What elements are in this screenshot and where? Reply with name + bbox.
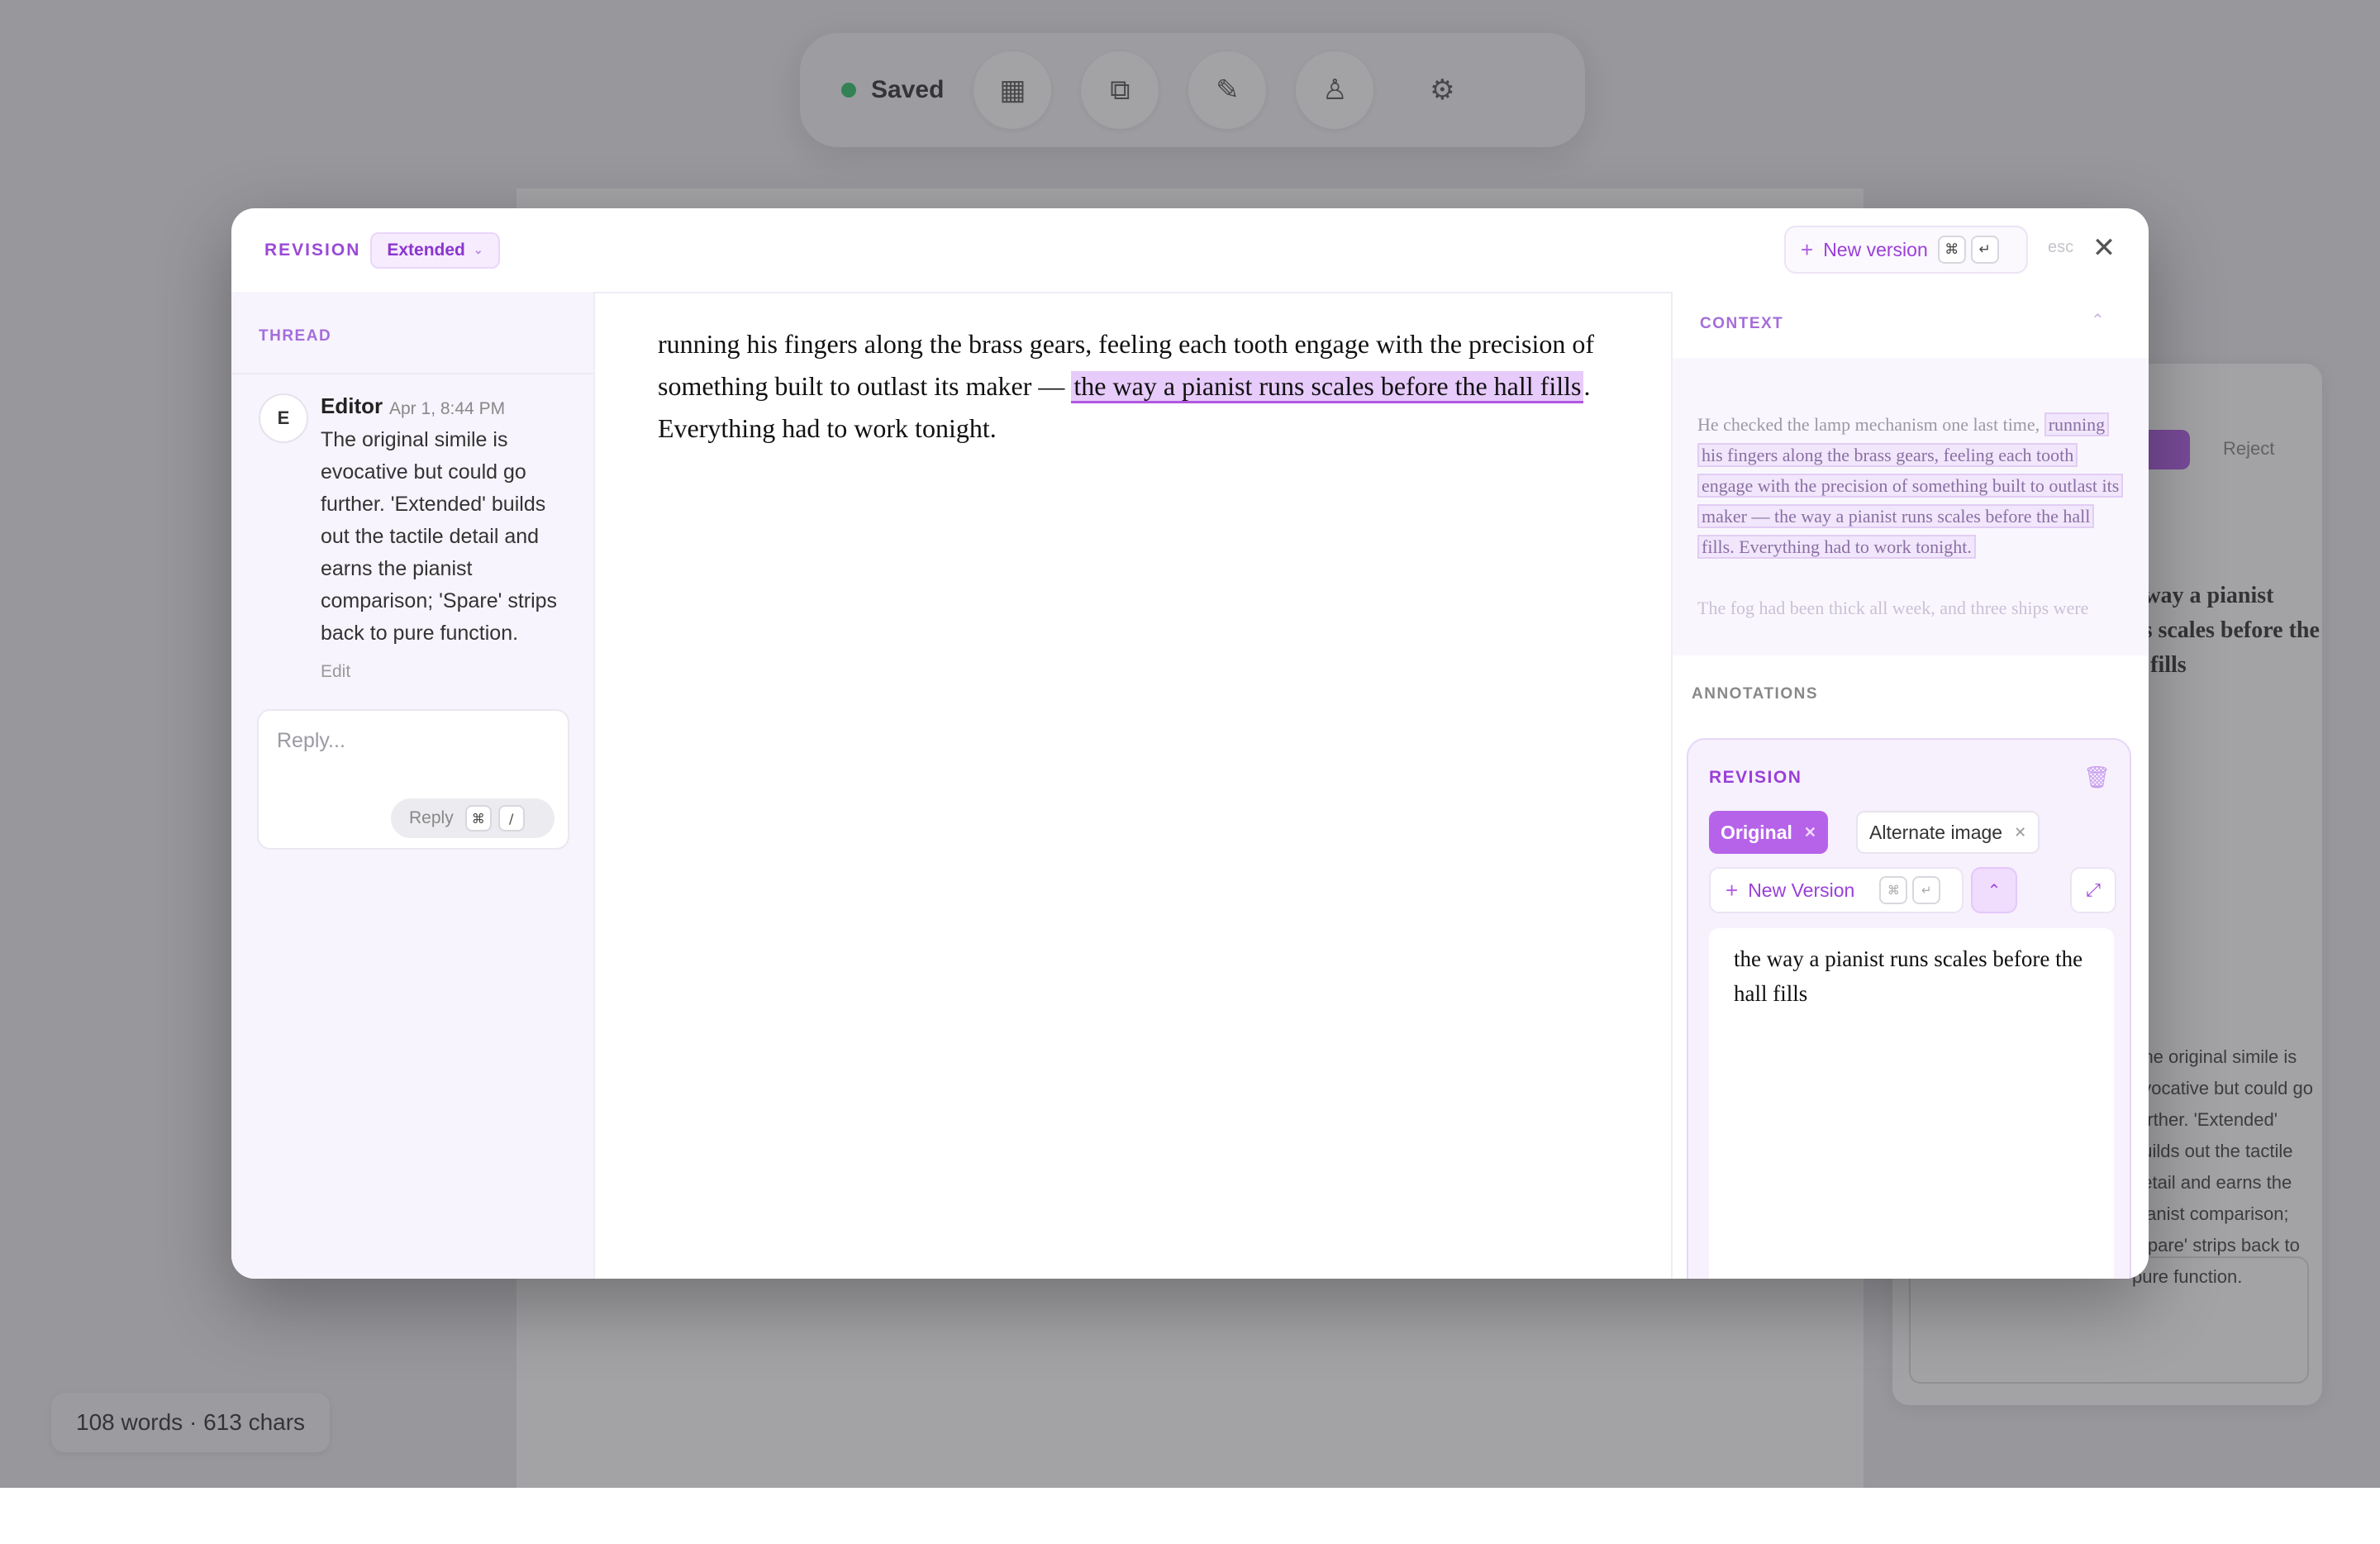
version-chip-original[interactable]: Original ✕ xyxy=(1709,811,1828,854)
chip-label: Original xyxy=(1721,821,1792,843)
reply-button[interactable]: Reply ⌘ / xyxy=(391,798,555,838)
shortcut-cmd-key: ⌘ xyxy=(464,805,492,832)
chip-label: Alternate image xyxy=(1869,821,2003,843)
reply-input[interactable]: Reply... Reply ⌘ / xyxy=(257,709,569,850)
shortcut-cmd-key: ⌘ xyxy=(1879,876,1908,904)
plus-icon: + xyxy=(1726,878,1739,903)
revision-modal: REVISION Extended ⌄ + New version ⌘ ↵ es… xyxy=(231,208,2149,1279)
comment-body: The original simile is evocative but cou… xyxy=(321,428,558,645)
thread-heading: THREAD xyxy=(259,327,332,345)
annotation-card: REVISION 🗑 Original ✕ Alternate image ✕ … xyxy=(1687,738,2131,1279)
reply-label: Reply xyxy=(409,808,454,827)
trash-icon[interactable]: 🗑 xyxy=(2083,765,2111,790)
close-icon[interactable]: ✕ xyxy=(2087,231,2121,264)
expand-icon[interactable]: ⤢ xyxy=(2070,867,2116,913)
shortcut-slash-key: / xyxy=(497,805,525,832)
close-icon[interactable]: ✕ xyxy=(2014,824,2026,841)
chevron-up-icon[interactable]: ⌃ xyxy=(2091,310,2105,331)
highlighted-passage[interactable]: the way a pianist runs scales before the… xyxy=(1071,371,1584,403)
shortcut-cmd-key: ⌘ xyxy=(1937,236,1966,264)
annotation-version-text[interactable]: the way a pianist runs scales before the… xyxy=(1709,928,2114,1279)
chevron-down-icon: ⌄ xyxy=(473,243,483,256)
context-text: He checked the lamp mechanism one last t… xyxy=(1697,409,2127,623)
context-heading: CONTEXT xyxy=(1700,315,1784,332)
variant-dropdown[interactable]: Extended ⌄ xyxy=(370,231,500,269)
annotations-heading: ANNOTATIONS xyxy=(1692,685,1819,703)
thread-panel: THREAD E Editor Apr 1, 8:44 PM The origi… xyxy=(231,292,595,1279)
close-icon[interactable]: ✕ xyxy=(1804,824,1816,841)
context-after: The fog had been thick all week, and thr… xyxy=(1697,598,2089,618)
editor-text[interactable]: running his fingers along the brass gear… xyxy=(658,323,1616,450)
comment-date: Apr 1, 8:44 PM xyxy=(389,399,506,418)
chevron-up-icon[interactable]: ⌃ xyxy=(1971,867,2017,913)
shortcut-enter-key: ↵ xyxy=(1970,236,1999,264)
shortcut-enter-key: ↵ xyxy=(1912,876,1941,904)
context-excerpt: He checked the lamp mechanism one last t… xyxy=(1673,358,2149,655)
annotation-title: REVISION xyxy=(1709,768,1802,787)
modal-title: REVISION xyxy=(264,240,361,260)
version-chip-alternate[interactable]: Alternate image ✕ xyxy=(1856,811,2040,854)
modal-header: REVISION Extended ⌄ + New version ⌘ ↵ es… xyxy=(231,208,2149,293)
new-version-button[interactable]: + New version ⌘ ↵ xyxy=(1784,226,2028,274)
divider xyxy=(231,373,593,374)
plus-icon: + xyxy=(1801,237,1814,262)
esc-hint: esc xyxy=(2048,238,2074,256)
context-panel: CONTEXT ⌃ He checked the lamp mechanism … xyxy=(1671,292,2149,1279)
edit-comment-link[interactable]: Edit xyxy=(321,662,350,682)
annotation-new-version-button[interactable]: + New Version ⌘ ↵ xyxy=(1709,867,1963,913)
comment-author: Editor xyxy=(321,393,383,418)
context-before: He checked the lamp mechanism one last t… xyxy=(1697,414,2040,435)
new-version-label: New version xyxy=(1823,238,1928,260)
new-version-label: New Version xyxy=(1748,879,1855,901)
revision-editor[interactable]: running his fingers along the brass gear… xyxy=(595,292,1669,1279)
variant-label: Extended xyxy=(387,240,465,260)
avatar: E xyxy=(259,393,308,443)
reply-placeholder: Reply... xyxy=(277,729,345,752)
